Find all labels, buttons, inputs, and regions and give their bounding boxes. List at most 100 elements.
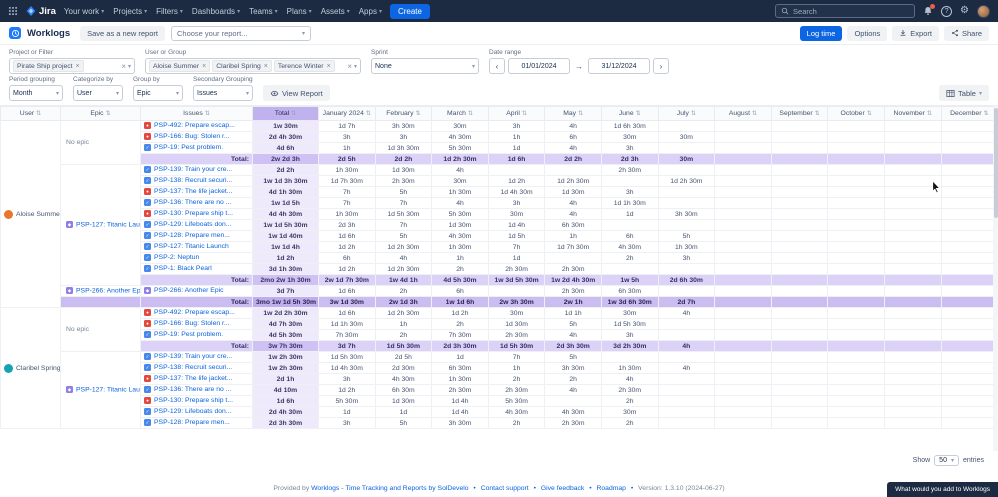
chip-remove-icon[interactable]: × [264,63,268,70]
roadmap-link[interactable]: Roadmap [596,485,625,492]
page-size-select[interactable]: 50 ▾ [934,455,959,466]
create-button[interactable]: Create [390,4,430,19]
contact-support-link[interactable]: Contact support [481,485,529,492]
column-header-july[interactable]: July⇅ [658,107,715,121]
issue-link[interactable]: PSP-127: Titanic Launch [154,243,229,250]
chip-remove-icon[interactable]: × [327,63,331,70]
user-chip[interactable]: Claribel Spring× [212,60,272,72]
column-header-march[interactable]: March⇅ [432,107,489,121]
issue-link[interactable]: PSP-137: The life jacket... [154,188,232,195]
notifications-button[interactable] [923,6,933,16]
column-header-total[interactable]: Total⇅ [253,107,319,121]
user-chip[interactable]: Terence Winter× [274,60,335,72]
previous-period-button[interactable]: ‹ [489,58,505,74]
table-view-switch[interactable]: Table ▾ [939,85,989,101]
worklog-value-cell: 7h [319,187,376,198]
epic-label[interactable]: PSP-127: Titanic Launch [76,387,141,394]
issue-link[interactable]: PSP-137: The life jacket... [154,375,232,382]
sprint-select[interactable]: None ▾ [371,58,479,74]
nav-item-teams[interactable]: Teams▾ [249,7,278,16]
column-header-issues[interactable]: Issues⇅ [141,107,253,121]
options-button[interactable]: Options [847,26,887,41]
issue-link[interactable]: PSP-19: Pest problem. [154,331,223,338]
column-header-october[interactable]: October⇅ [828,107,885,121]
view-report-button[interactable]: View Report [263,85,330,101]
issue-link[interactable]: PSP-130: Prepare ship t... [154,210,233,217]
epic-label[interactable]: PSP-127: Titanic Launch [76,222,141,229]
app-switcher-icon[interactable] [8,6,18,16]
column-header-april[interactable]: April⇅ [488,107,545,121]
group-by-select[interactable]: Epic▾ [133,85,183,101]
epic-label[interactable]: PSP-266: Another Epic [76,288,141,295]
clear-icon[interactable]: × [121,62,126,71]
issue-link[interactable]: PSP-492: Prepare escap... [154,122,235,129]
issue-link[interactable]: PSP-128: Prepare men... [154,419,230,426]
nav-item-dashboards[interactable]: Dashboards▾ [192,7,240,16]
nav-item-your-work[interactable]: Your work▾ [64,7,104,16]
column-header-december[interactable]: December⇅ [941,107,998,121]
chip-remove-icon[interactable]: × [76,63,80,70]
column-header-may[interactable]: May⇅ [545,107,602,121]
feedback-widget[interactable]: What would you add to Worklogs [887,482,998,497]
secondary-grouping-select[interactable]: Issues▾ [193,85,253,101]
categorize-by-select[interactable]: User▾ [73,85,123,101]
period-grouping-select[interactable]: Month▾ [9,85,63,101]
search-input[interactable]: Search [775,4,915,18]
chip-remove-icon[interactable]: × [202,63,206,70]
nav-item-assets[interactable]: Assets▾ [321,7,350,16]
export-button[interactable]: Export [892,26,939,41]
column-header-september[interactable]: September⇅ [771,107,828,121]
column-header-february[interactable]: February⇅ [375,107,432,121]
give-feedback-link[interactable]: Give feedback [541,485,584,492]
column-label: April [506,110,520,117]
issue-link[interactable]: PSP-129: Lifeboats don... [154,408,231,415]
issue-link[interactable]: PSP-136: There are no ... [154,386,231,393]
issue-link[interactable]: PSP-1: Black Pearl [154,265,212,272]
project-chip[interactable]: Pirate Ship project× [13,60,84,72]
issue-link[interactable]: PSP-266: Another Epic [154,287,224,294]
issue-link[interactable]: PSP-2: Neptun [154,254,199,261]
scrollbar-thumb[interactable] [994,108,998,218]
issue-link[interactable]: PSP-166: Bug: Stolen r... [154,320,230,327]
date-from-input[interactable]: 01/01/2024 [508,58,570,74]
help-button[interactable]: ? [941,6,952,17]
column-header-epic[interactable]: Epic⇅ [61,107,141,121]
column-header-november[interactable]: November⇅ [884,107,941,121]
issue-link[interactable]: PSP-19: Pest problem. [154,144,223,151]
user-filter-select[interactable]: Aloise Summer× Claribel Spring× Terence … [145,58,361,74]
nav-item-plans[interactable]: Plans▾ [287,7,312,16]
column-header-january-2024[interactable]: January 2024⇅ [319,107,376,121]
issue-link[interactable]: PSP-130: Prepare ship t... [154,397,233,404]
clear-icon[interactable]: × [347,62,352,71]
issue-link[interactable]: PSP-138: Recruit securi... [154,177,232,184]
issue-link[interactable]: PSP-139: Train your cre... [154,353,232,360]
worklog-value-cell: 5h [658,231,715,242]
column-header-user[interactable]: User⇅ [1,107,61,121]
column-header-june[interactable]: June⇅ [601,107,658,121]
project-filter-select[interactable]: Pirate Ship project× × ▾ [9,58,135,74]
nav-item-projects[interactable]: Projects▾ [113,7,147,16]
issue-link[interactable]: PSP-138: Recruit securi... [154,364,232,371]
jira-logo[interactable]: Jira [26,6,56,17]
date-to-input[interactable]: 31/12/2024 [588,58,650,74]
issue-link[interactable]: PSP-139: Train your cre... [154,166,232,173]
nav-item-filters[interactable]: Filters▾ [156,7,183,16]
settings-gear-icon[interactable]: ⚙ [960,6,969,16]
issue-link[interactable]: PSP-136: There are no ... [154,199,231,206]
share-button[interactable]: Share [944,26,989,41]
nav-item-apps[interactable]: Apps▾ [359,7,382,16]
next-period-button[interactable]: › [653,58,669,74]
profile-avatar[interactable] [977,5,990,18]
log-time-button[interactable]: Log time [800,26,843,41]
save-report-button[interactable]: Save as a new report [80,26,165,41]
column-header-august[interactable]: August⇅ [715,107,772,121]
issue-link[interactable]: PSP-166: Bug: Stolen r... [154,133,230,140]
issue-link[interactable]: PSP-128: Prepare men... [154,232,230,239]
issue-link[interactable]: PSP-129: Lifeboats don... [154,221,231,228]
vertical-scrollbar[interactable] [993,106,998,451]
choose-report-select[interactable]: Choose your report... ▾ [171,26,311,41]
issue-link[interactable]: PSP-492: Prepare escap... [154,309,235,316]
user-chip[interactable]: Aloise Summer× [149,60,210,72]
issue-total-cell: 2d 3h 30m [253,418,319,429]
footer-app-link[interactable]: Worklogs - Time Tracking and Reports by … [311,485,468,492]
